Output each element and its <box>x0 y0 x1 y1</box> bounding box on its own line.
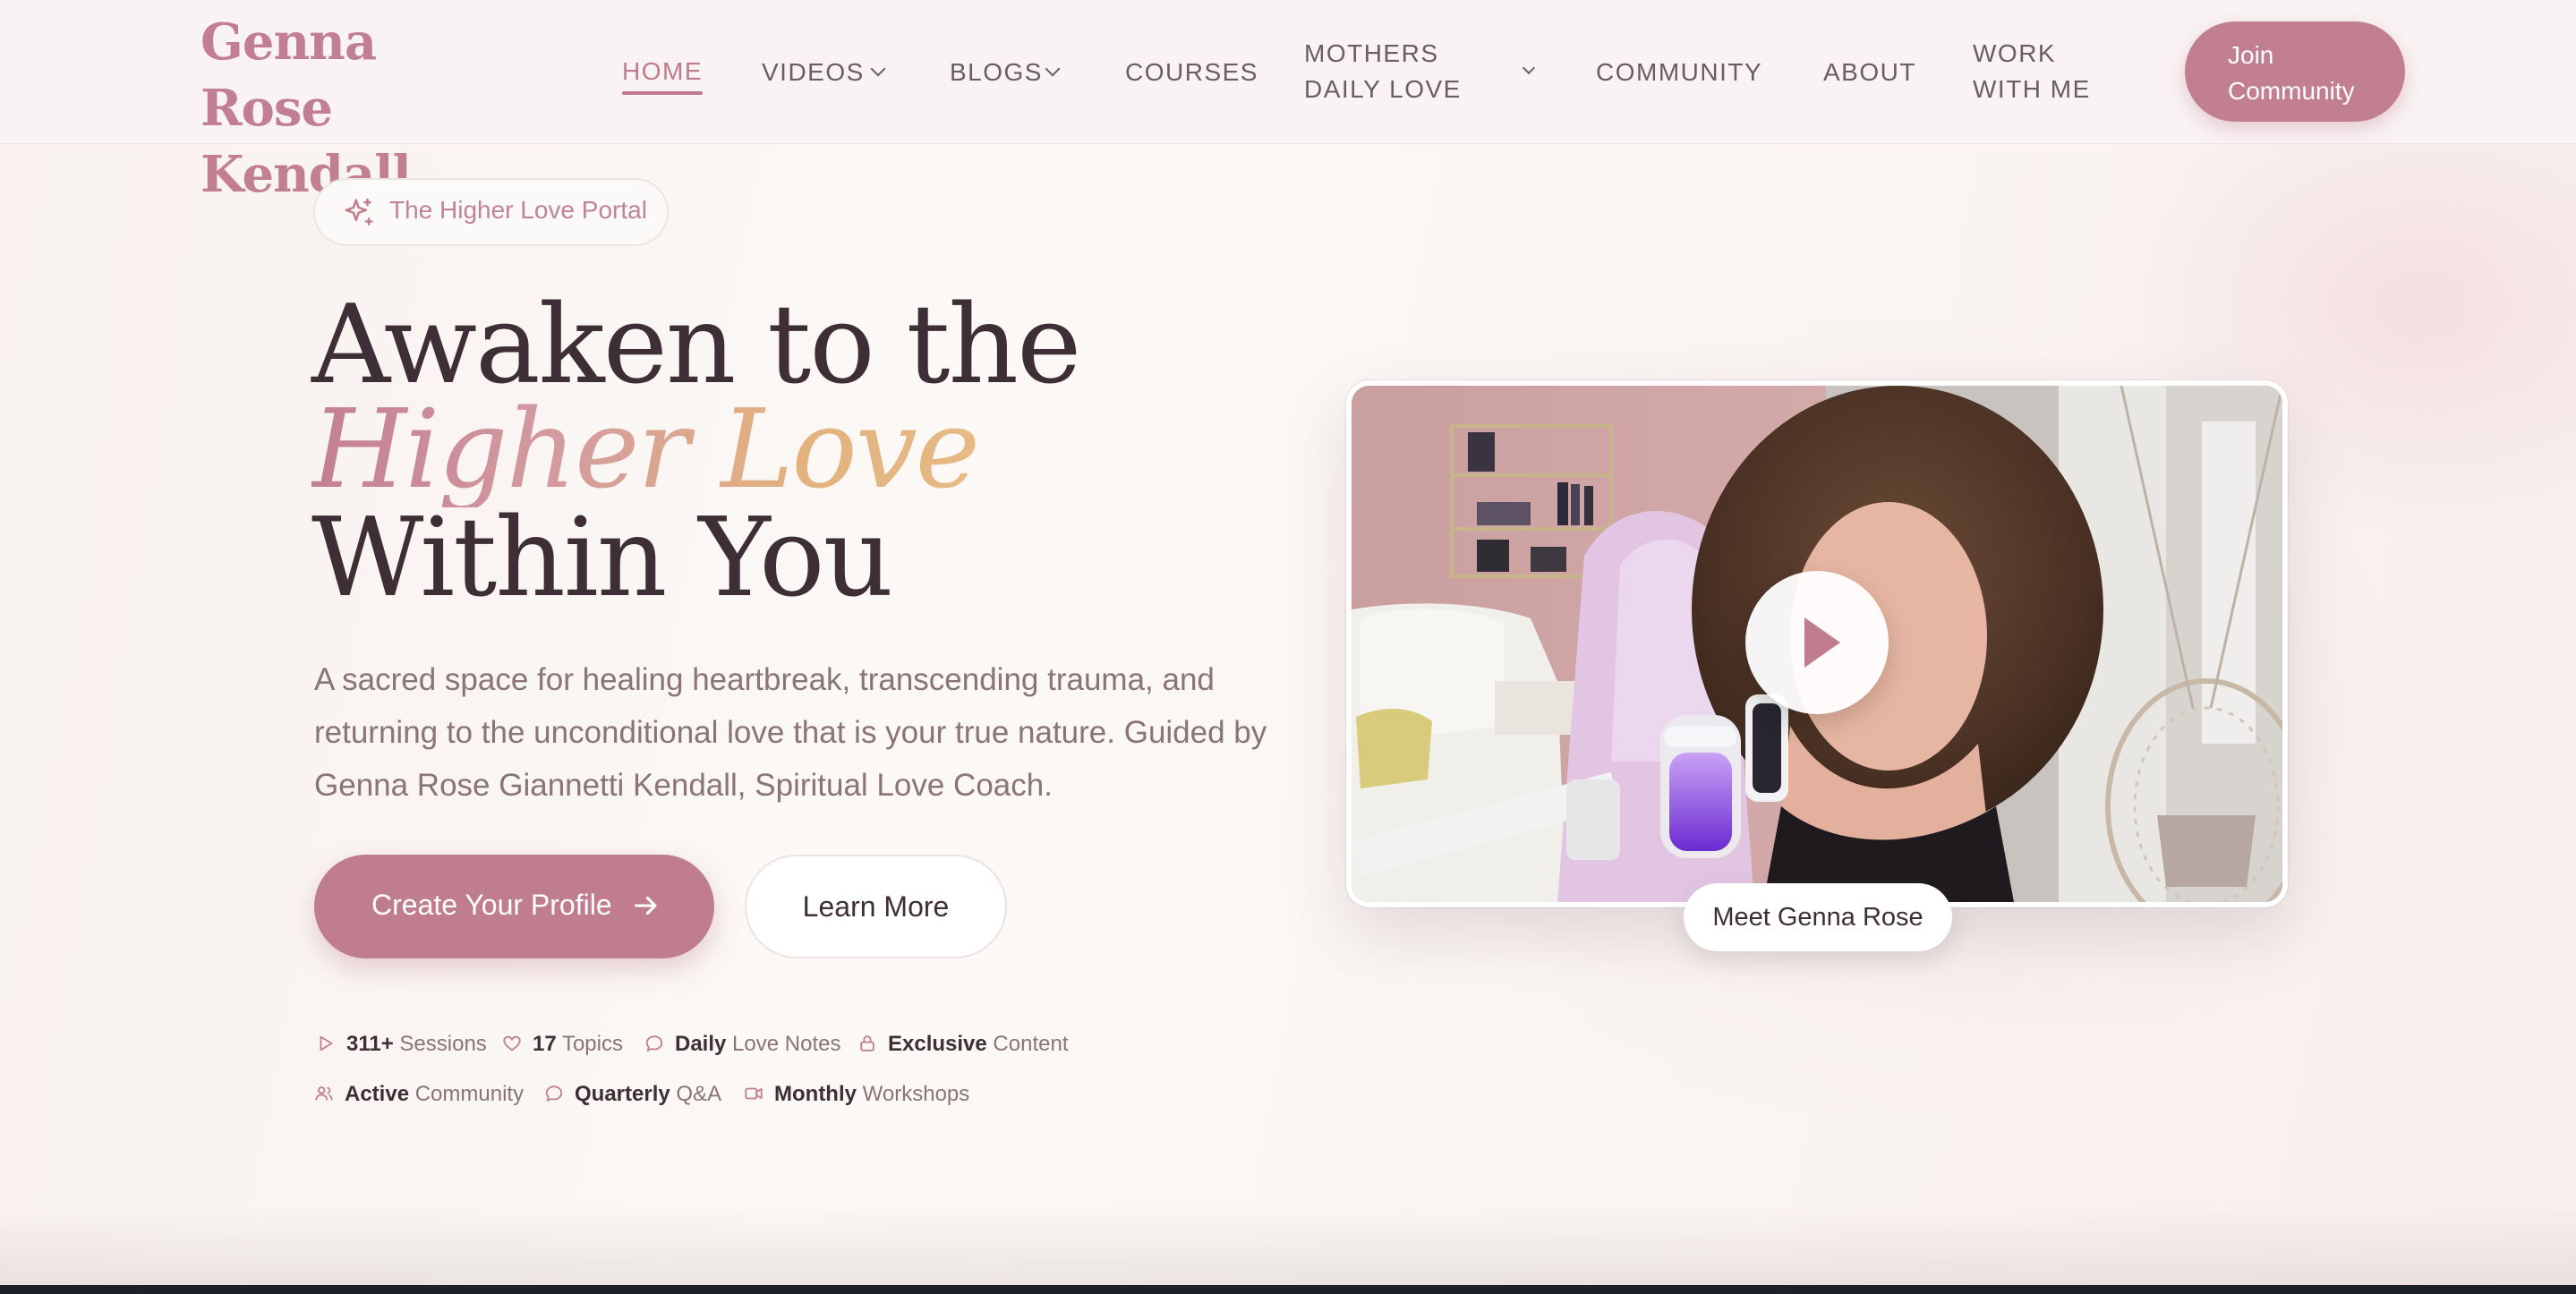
stat-label: Sessions <box>399 1032 487 1056</box>
heart-icon <box>503 1035 521 1051</box>
create-profile-button[interactable]: Create Your Profile <box>314 855 714 958</box>
portal-badge-label: The Higher Love Portal <box>389 196 647 224</box>
hero-headline-line-2: Higher Love <box>311 391 996 507</box>
video-icon <box>745 1087 763 1100</box>
play-video-button[interactable] <box>1745 571 1889 714</box>
nav-about[interactable]: ABOUT <box>1823 55 1916 90</box>
hero-description: A sacred space for healing heartbreak, t… <box>314 662 1267 803</box>
stat-label: Topics <box>561 1032 623 1056</box>
stat-value: Quarterly <box>575 1082 670 1106</box>
page: Genna Rose Kendall HOME VIDEOS BLOGS COU… <box>0 0 2576 1285</box>
learn-more-label: Learn More <box>802 890 950 923</box>
site-header: Genna Rose Kendall HOME VIDEOS BLOGS COU… <box>0 0 2576 204</box>
sparkles-icon <box>345 198 373 226</box>
nav-mothers-line: MOTHERS <box>1304 39 1439 67</box>
portal-badge: The Higher Love Portal <box>313 178 669 246</box>
nav-courses[interactable]: COURSES <box>1125 55 1258 90</box>
join-line: Community <box>2228 77 2355 105</box>
play-icon <box>1804 617 1840 668</box>
bottom-shadow <box>0 1205 2576 1285</box>
stat-label: Content <box>993 1032 1069 1056</box>
join-line: Join <box>2228 41 2274 69</box>
stat-value: Active <box>345 1082 410 1106</box>
join-community-button[interactable]: Join Community <box>2185 21 2405 122</box>
chat-icon <box>545 1085 563 1102</box>
nav-community[interactable]: COMMUNITY <box>1596 55 1762 90</box>
nav-home[interactable]: HOME <box>622 54 703 95</box>
lock-icon <box>860 1035 874 1051</box>
learn-more-button[interactable]: Learn More <box>745 855 1007 958</box>
nav-work-line: WITH ME <box>1973 75 2091 103</box>
nav-mothers-daily-love[interactable]: MOTHERS DAILY LOVE <box>1304 36 1462 107</box>
video-caption: Meet Genna Rose <box>1684 883 1952 951</box>
nav-blogs-label: BLOGS <box>950 58 1043 86</box>
chevron-down-icon[interactable] <box>1045 61 1061 77</box>
stat-value: 17 <box>533 1032 557 1056</box>
stat-value: Monthly <box>774 1082 857 1106</box>
arrow-right-icon <box>635 896 657 915</box>
chat-icon <box>645 1035 663 1051</box>
stat-love-notes: Daily Love Notes <box>644 1029 840 1060</box>
stat-label: Love Notes <box>732 1032 841 1056</box>
nav-mothers-line: DAILY LOVE <box>1304 75 1462 103</box>
nav-videos-label: VIDEOS <box>762 58 865 86</box>
nav-blogs[interactable]: BLOGS <box>950 55 1043 90</box>
stat-exclusive-content: Exclusive Content <box>857 1029 1068 1060</box>
create-profile-label: Create Your Profile <box>371 889 612 921</box>
stat-community: Active Community <box>314 1079 524 1110</box>
stat-value: Exclusive <box>888 1032 987 1056</box>
users-icon <box>315 1086 333 1101</box>
nav-work-line: WORK <box>1973 39 2057 67</box>
stat-label: Workshops <box>862 1082 970 1106</box>
stat-workshops: Monthly Workshops <box>744 1079 969 1110</box>
stat-qa: Quarterly Q&A <box>544 1079 721 1110</box>
chevron-down-icon[interactable] <box>870 61 886 77</box>
chevron-down-icon[interactable] <box>1522 61 1536 75</box>
nav-videos[interactable]: VIDEOS <box>762 55 865 90</box>
stat-label: Community <box>414 1082 525 1106</box>
stat-value: 311+ <box>346 1032 394 1056</box>
logo-line: Genna Rose <box>200 13 377 138</box>
play-icon <box>320 1035 333 1051</box>
stat-topics: 17 Topics <box>502 1029 623 1060</box>
nav-work-with-me[interactable]: WORK WITH ME <box>1973 36 2091 107</box>
stat-label: Q&A <box>676 1082 722 1106</box>
stat-sessions: 311+ Sessions <box>316 1029 487 1060</box>
stat-value: Daily <box>675 1032 727 1056</box>
hero-headline-line-3: Within You <box>311 494 893 621</box>
